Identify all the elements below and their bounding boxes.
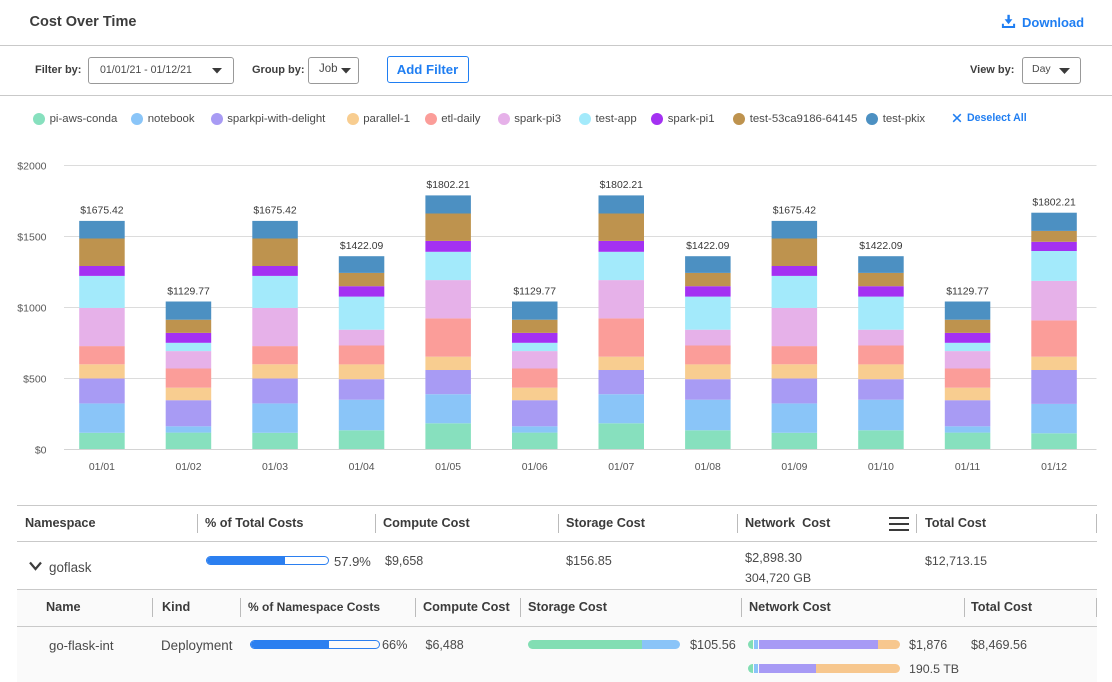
svg-text:$1422.09: $1422.09 [686, 241, 730, 252]
svg-text:$1129.77: $1129.77 [513, 286, 556, 297]
svg-text:$1675.42: $1675.42 [773, 206, 817, 217]
svg-text:01/03: 01/03 [262, 462, 288, 473]
svg-text:$1675.42: $1675.42 [80, 206, 124, 217]
svg-text:$1129.77: $1129.77 [167, 286, 210, 297]
svg-text:$2000: $2000 [17, 160, 46, 172]
svg-text:01/09: 01/09 [781, 462, 807, 473]
svg-text:01/01: 01/01 [89, 462, 115, 473]
svg-text:01/08: 01/08 [695, 462, 721, 473]
svg-text:01/04: 01/04 [349, 462, 375, 473]
svg-text:01/02: 01/02 [175, 462, 201, 473]
svg-text:01/12: 01/12 [1041, 462, 1067, 473]
svg-text:$1802.21: $1802.21 [1032, 198, 1076, 209]
svg-text:$1422.09: $1422.09 [340, 241, 384, 252]
svg-text:01/10: 01/10 [868, 462, 894, 473]
svg-text:$1422.09: $1422.09 [859, 241, 903, 252]
svg-text:$1500: $1500 [17, 231, 46, 243]
svg-text:$0: $0 [35, 444, 47, 456]
svg-text:$1129.77: $1129.77 [946, 286, 989, 297]
svg-text:$1802.21: $1802.21 [600, 180, 644, 191]
svg-text:01/05: 01/05 [435, 462, 461, 473]
svg-text:01/07: 01/07 [608, 462, 634, 473]
svg-text:$1000: $1000 [17, 302, 46, 314]
svg-text:01/06: 01/06 [522, 462, 548, 473]
svg-text:$1802.21: $1802.21 [426, 180, 470, 191]
svg-text:$500: $500 [23, 373, 47, 385]
svg-text:$1675.42: $1675.42 [253, 206, 297, 217]
svg-text:01/11: 01/11 [955, 462, 980, 473]
